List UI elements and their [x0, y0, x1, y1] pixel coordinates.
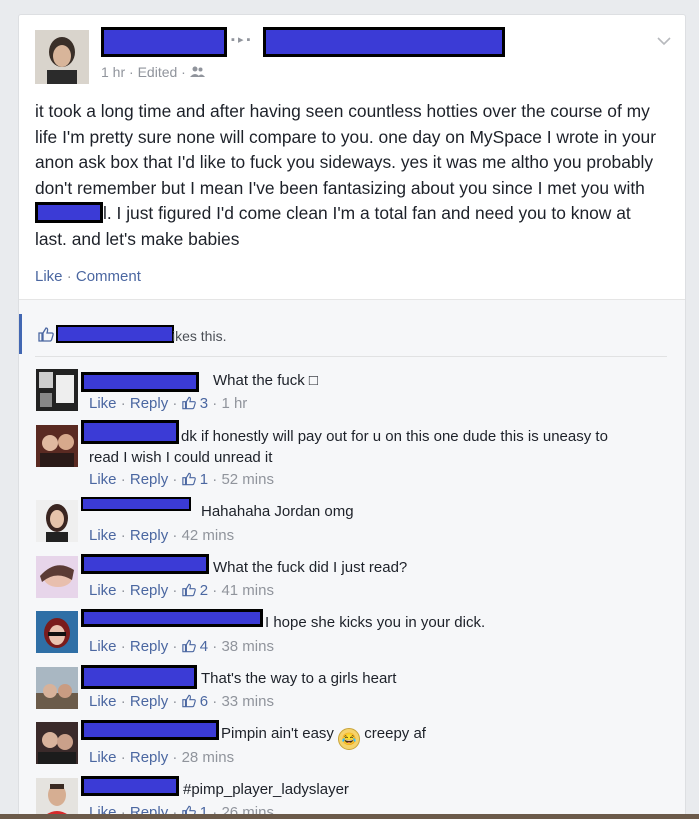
liker-name-redacted[interactable]	[56, 325, 174, 343]
comment-reply-button[interactable]: Reply	[130, 395, 168, 412]
comment-actions: Like · Reply · 3 · 1 hr	[89, 395, 248, 412]
comment-actions: Like · Reply · 28 mins	[89, 749, 235, 766]
comment-actions: Like · Reply · 6 · 33 mins	[89, 693, 274, 710]
like-count[interactable]: 3	[200, 395, 208, 412]
likes-summary: ikes this.	[19, 314, 672, 354]
commenter-name-redacted[interactable]	[81, 372, 199, 392]
edited-label[interactable]: Edited	[138, 64, 178, 80]
comment-time[interactable]: 33 mins	[221, 693, 274, 710]
comment-reply-button[interactable]: Reply	[130, 693, 168, 710]
comment-text: Hahahaha Jordan omg	[201, 503, 354, 520]
commenter-avatar[interactable]	[36, 369, 78, 411]
comment-actions: Like · Reply · 42 mins	[89, 527, 235, 544]
comment-like-button[interactable]: Like	[89, 471, 117, 488]
author-avatar[interactable]	[35, 30, 89, 84]
comment-reply-button[interactable]: Reply	[130, 638, 168, 655]
comments-section: ikes this. What the fuck □ Like · Reply …	[19, 299, 685, 815]
hashtag-link[interactable]: #pimp_player_ladyslayer	[183, 781, 349, 798]
commenter-name-redacted[interactable]	[81, 665, 197, 689]
comment-actions: Like · Reply · 1 · 52 mins	[89, 471, 274, 488]
like-count[interactable]: 1	[200, 471, 208, 488]
thumbs-up-icon	[181, 396, 196, 410]
comment-time[interactable]: 42 mins	[182, 527, 235, 544]
comment-like-button[interactable]: Like	[89, 527, 117, 544]
thumbs-up-icon	[181, 639, 196, 653]
post-time[interactable]: 1 hr	[101, 64, 125, 80]
post-meta: 1 hr · Edited ·	[101, 64, 205, 80]
comment-text: read I wish I could unread it	[89, 449, 273, 466]
comment-like-button[interactable]: Like	[89, 395, 117, 412]
comment-time[interactable]: 1 hr	[221, 395, 247, 412]
comment-text: Pimpin ain't easy 😂 creepy af	[221, 725, 426, 750]
friends-audience-icon[interactable]	[189, 64, 205, 80]
comment-time[interactable]: 41 mins	[221, 582, 274, 599]
taskbar-strip	[0, 814, 699, 819]
target-name-redacted[interactable]	[263, 27, 505, 57]
like-button[interactable]: Like	[35, 268, 63, 285]
commenter-avatar[interactable]	[36, 667, 78, 709]
thumbs-up-icon	[181, 583, 196, 597]
post-text: it took a long time and after having see…	[35, 101, 656, 249]
thumbs-up-icon	[38, 327, 54, 342]
comment-text: dk if honestly will pay out for u on thi…	[181, 428, 608, 445]
comment-text: What the fuck did I just read?	[213, 559, 408, 576]
chevron-down-icon[interactable]	[657, 33, 671, 51]
comment-actions: Like · Reply · 4 · 38 mins	[89, 638, 274, 655]
divider	[35, 356, 667, 357]
commenter-avatar[interactable]	[36, 556, 78, 598]
comment-time[interactable]: 52 mins	[221, 471, 274, 488]
commenter-avatar[interactable]	[36, 611, 78, 653]
comment-button[interactable]: Comment	[76, 268, 141, 285]
share-arrow-icon: ▪ ▸ ▪	[231, 34, 251, 46]
post-card: ▪ ▸ ▪ 1 hr · Edited · it took a long tim…	[18, 14, 686, 816]
commenter-name-redacted[interactable]	[81, 554, 209, 574]
commenter-name-redacted[interactable]	[81, 720, 219, 740]
commenter-avatar[interactable]	[36, 722, 78, 764]
commenter-avatar[interactable]	[36, 425, 78, 467]
comment-text: What the fuck □	[213, 372, 318, 389]
comment-like-button[interactable]: Like	[89, 693, 117, 710]
thumbs-up-icon	[181, 694, 196, 708]
comment-reply-button[interactable]: Reply	[130, 471, 168, 488]
commenter-name-redacted[interactable]	[81, 497, 191, 511]
commenter-name-redacted[interactable]	[81, 776, 179, 796]
comment-like-button[interactable]: Like	[89, 638, 117, 655]
mentioned-name-redacted[interactable]	[35, 202, 103, 223]
comment-like-button[interactable]: Like	[89, 582, 117, 599]
commenter-avatar[interactable]	[36, 500, 78, 542]
likes-text: ikes this.	[172, 328, 227, 344]
like-count[interactable]: 4	[200, 638, 208, 655]
post-actions: Like · Comment	[35, 268, 141, 285]
like-count[interactable]: 2	[200, 582, 208, 599]
comment-text: That's the way to a girls heart	[201, 670, 397, 687]
author-name-redacted[interactable]	[101, 27, 227, 57]
comment-time[interactable]: 38 mins	[221, 638, 274, 655]
comment-reply-button[interactable]: Reply	[130, 749, 168, 766]
commenter-name-redacted[interactable]	[81, 609, 263, 627]
comment-like-button[interactable]: Like	[89, 749, 117, 766]
thumbs-up-icon	[181, 472, 196, 486]
like-count[interactable]: 6	[200, 693, 208, 710]
comment-text: I hope she kicks you in your dick.	[265, 614, 486, 631]
commenter-avatar[interactable]	[36, 778, 78, 815]
comment-reply-button[interactable]: Reply	[130, 527, 168, 544]
comment-time[interactable]: 28 mins	[182, 749, 235, 766]
commenter-name-redacted[interactable]	[81, 420, 179, 444]
comment-reply-button[interactable]: Reply	[130, 582, 168, 599]
laughing-emoji-icon: 😂	[338, 728, 361, 750]
comment-actions: Like · Reply · 2 · 41 mins	[89, 582, 274, 599]
